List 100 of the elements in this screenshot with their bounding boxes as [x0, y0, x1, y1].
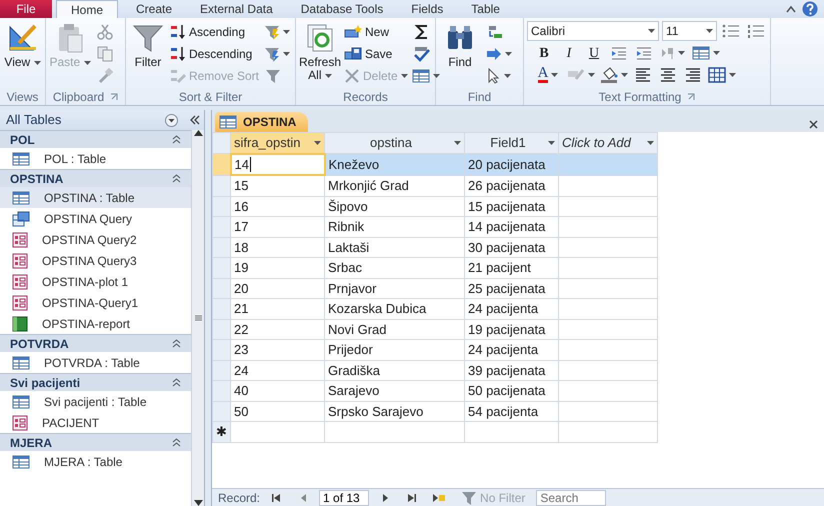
caret-icon — [314, 140, 321, 145]
ribbon-tab[interactable]: Fields — [397, 0, 458, 18]
navigation-item[interactable]: PACIJENT — [0, 412, 191, 433]
table-cell[interactable]: 19 — [234, 260, 248, 275]
search-field[interactable]: Search — [536, 490, 606, 506]
align-right-icon — [685, 68, 701, 82]
navigation-item[interactable]: OPSTINA Query — [0, 208, 191, 229]
table-cell[interactable]: 14 — [234, 156, 249, 172]
ribbon-button[interactable]: Descending — [170, 43, 259, 65]
format-button[interactable]: U — [583, 43, 605, 63]
close-button[interactable] — [809, 120, 818, 129]
record-number-field[interactable]: 1 of 13 — [319, 490, 370, 506]
ribbon-tab[interactable]: Home — [56, 0, 118, 18]
column-header[interactable]: Click to Add — [558, 132, 658, 154]
document-tab[interactable]: OPSTINA — [215, 112, 308, 132]
replace-icon — [487, 24, 503, 40]
collapse-group-icon — [172, 135, 181, 144]
navigation-item[interactable]: MJERA : Table — [0, 451, 191, 472]
table-cell[interactable]: 16 — [234, 198, 248, 214]
group-header[interactable]: Svi pacijenti — [0, 373, 191, 391]
dropdown-icon — [165, 114, 178, 126]
ribbon-button[interactable]: Filter — [129, 21, 167, 89]
table-cell[interactable]: Ribnik — [328, 219, 364, 234]
table-cell[interactable]: 20 — [234, 280, 248, 296]
highlighter-icon — [567, 67, 585, 83]
ribbon-button[interactable]: New — [344, 21, 408, 43]
caret-icon — [504, 74, 511, 78]
form-icon — [12, 252, 28, 268]
group-header[interactable]: POTVRDA — [0, 334, 191, 352]
caret-icon — [706, 29, 713, 33]
navigation-item[interactable]: OPSTINA-report — [0, 313, 191, 334]
bulleted-list-icon — [722, 23, 740, 39]
ribbon-button[interactable]: Refresh All — [299, 21, 341, 89]
funnel-icon — [132, 23, 163, 53]
caret-icon — [551, 73, 558, 77]
table-icon — [12, 454, 30, 470]
group-header[interactable]: MJERA — [0, 433, 191, 451]
navigation-item[interactable]: OPSTINA-plot 1 — [0, 271, 191, 292]
pane-header[interactable]: All Tables — [0, 110, 204, 130]
column-header[interactable]: sifra_opstin — [230, 132, 324, 154]
font-name-field[interactable]: Calibri — [527, 21, 659, 41]
format-button[interactable]: I — [558, 43, 580, 63]
table-cell[interactable]: 15 — [234, 178, 248, 193]
ribbon-tab[interactable]: Database Tools — [286, 0, 398, 18]
ribbon-tab[interactable]: External Data — [186, 0, 287, 18]
refresh-icon — [305, 23, 335, 53]
table-cell[interactable]: 23 — [234, 342, 248, 357]
query-icon — [12, 210, 30, 226]
navigation-item[interactable]: POTVRDA : Table — [0, 352, 191, 373]
table-icon — [219, 114, 237, 130]
navigation-item[interactable]: Svi pacijenti : Table — [0, 391, 191, 412]
table-cell[interactable]: 40 — [234, 383, 248, 398]
caret-icon — [621, 73, 628, 77]
sum-icon — [414, 24, 430, 40]
navigation-item[interactable]: POL : Table — [0, 148, 191, 169]
fill-color-button[interactable] — [599, 65, 629, 85]
font-color-button[interactable]: A — [533, 65, 563, 85]
ribbon-button[interactable]: Ascending — [170, 21, 259, 43]
font-size-field[interactable]: 11 — [662, 21, 717, 41]
group-header[interactable]: POL — [0, 130, 191, 148]
caret-icon — [400, 74, 408, 78]
ribbon-button[interactable]: Save — [344, 43, 408, 65]
table-cell[interactable]: 21 — [234, 301, 248, 316]
first-record-icon — [272, 494, 280, 502]
format-button[interactable]: B — [533, 43, 555, 63]
table-cell[interactable]: 18 — [234, 240, 248, 254]
ribbon-button[interactable]: Find — [439, 21, 481, 89]
sort-descending-icon — [170, 46, 186, 62]
navigation-item[interactable]: OPSTINA Query2 — [0, 229, 191, 250]
navigation-item[interactable]: OPSTINA-Query1 — [0, 292, 191, 313]
help-icon — [802, 1, 818, 17]
copy-icon — [97, 46, 113, 62]
ribbon-tab[interactable]: Table — [457, 0, 514, 18]
navigation-item[interactable]: OPSTINA : Table — [0, 187, 191, 208]
caret-icon — [678, 51, 685, 55]
collapse-pane-icon — [190, 115, 200, 125]
navigation-item[interactable]: OPSTINA Query3 — [0, 250, 191, 271]
table-cell[interactable]: 24 — [234, 362, 248, 378]
gridlines-button[interactable] — [707, 65, 737, 85]
close-icon — [809, 120, 818, 129]
spelling-check-icon — [412, 46, 431, 62]
group-label: Clipboard — [52, 90, 104, 104]
new-record-icon — [344, 24, 362, 40]
table-cell[interactable]: 50 — [234, 404, 248, 418]
gridlines-icon — [708, 67, 726, 83]
brush-icon — [97, 68, 113, 84]
table-cell[interactable]: 17 — [234, 219, 248, 234]
ribbon-tab[interactable]: Create — [122, 0, 186, 18]
ribbon-button[interactable]: View — [3, 21, 42, 89]
form-icon — [12, 294, 28, 310]
file-tab[interactable]: File — [0, 0, 52, 18]
table-cell[interactable]: Srbac — [328, 260, 362, 275]
disk-icon — [344, 46, 362, 62]
table-cell[interactable]: 22 — [234, 322, 248, 336]
pencil-ruler-icon — [8, 23, 38, 53]
group-header[interactable]: OPSTINA — [0, 169, 191, 187]
column-header[interactable]: opstina — [324, 132, 464, 154]
column-header[interactable]: Field1 — [464, 132, 558, 154]
last-record-icon — [408, 494, 416, 502]
numbered-list-icon — [747, 23, 765, 39]
